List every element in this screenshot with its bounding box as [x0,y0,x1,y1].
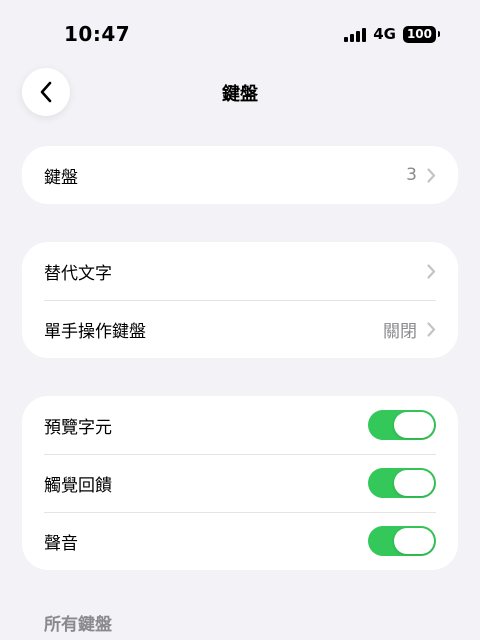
haptic-feedback-row: 觸覺回饋 [22,454,458,512]
text-replacement-row[interactable]: 替代文字 [22,242,458,300]
keyboards-group: 鍵盤 3 [22,146,458,204]
keyboards-count: 3 [406,165,417,185]
text-replacement-label: 替代文字 [44,263,112,284]
one-handed-keyboard-label: 單手操作鍵盤 [44,321,146,342]
toggle-knob [394,412,434,438]
character-preview-label: 預覽字元 [44,417,112,438]
haptic-feedback-label: 觸覺回饋 [44,475,112,496]
back-button[interactable] [22,68,70,116]
haptic-feedback-toggle[interactable] [368,468,436,498]
one-handed-keyboard-row[interactable]: 單手操作鍵盤 關閉 [22,300,458,358]
battery-icon: 100 [402,25,441,43]
status-time: 10:47 [64,22,131,46]
character-preview-toggle[interactable] [368,410,436,440]
character-preview-row: 預覽字元 [22,396,458,454]
chevron-right-icon [427,321,436,337]
toggle-knob [394,470,434,496]
status-bar: 10:47 4G 100 [0,0,480,60]
feedback-group: 預覽字元 觸覺回饋 聲音 [22,396,458,570]
toggle-knob [394,528,434,554]
keyboards-label: 鍵盤 [44,167,78,188]
sound-toggle[interactable] [368,526,436,556]
navigation-bar: 鍵盤 [0,66,480,118]
all-keyboards-header: 所有鍵盤 [44,615,112,635]
page-title: 鍵盤 [222,84,258,105]
chevron-left-icon [40,81,52,103]
sound-row: 聲音 [22,512,458,570]
sound-label: 聲音 [44,533,78,554]
network-type: 4G [373,25,396,43]
status-indicators: 4G 100 [344,25,441,43]
one-handed-keyboard-value: 關閉 [383,321,417,342]
keyboards-row[interactable]: 鍵盤 3 [22,146,458,204]
chevron-right-icon [427,167,436,183]
text-options-group: 替代文字 單手操作鍵盤 關閉 [22,242,458,358]
chevron-right-icon [427,263,436,279]
cellular-signal-icon [344,27,367,42]
